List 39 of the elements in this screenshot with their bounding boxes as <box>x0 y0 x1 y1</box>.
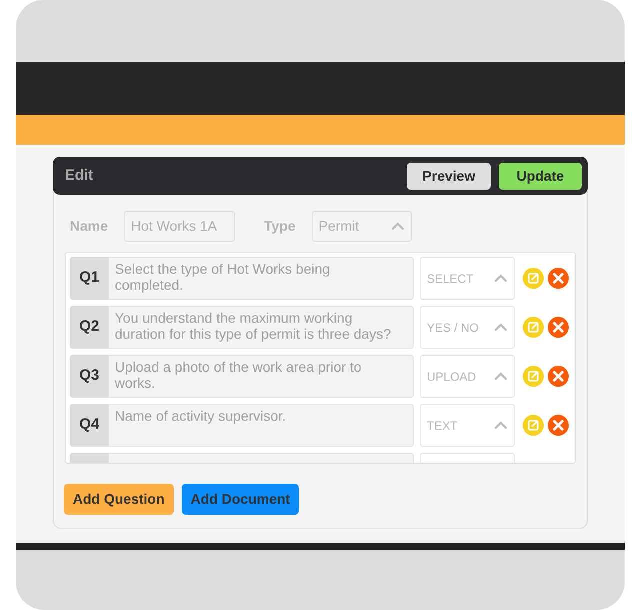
field-label: Name <box>70 217 108 236</box>
type-dropdown[interactable]: Permit <box>312 211 412 242</box>
edit-icon[interactable] <box>523 366 544 387</box>
edit-icon[interactable] <box>523 317 544 338</box>
dropdown-value: SELECT <box>427 270 474 288</box>
caret-icon <box>390 222 405 231</box>
panel-title: Edit <box>65 166 94 186</box>
caret-icon <box>494 323 508 332</box>
dropdown-value: YES / NO <box>427 320 480 336</box>
question-number: Q3 <box>70 355 109 398</box>
answer-type-dropdown[interactable]: SELECT <box>420 257 515 300</box>
caret-icon <box>494 421 508 430</box>
add-document-button[interactable]: Add Document <box>182 484 300 515</box>
edit-icon[interactable] <box>523 268 544 289</box>
dropdown-value: UPLOAD <box>427 368 476 386</box>
update-button[interactable]: Update <box>499 162 582 190</box>
preview-button[interactable]: Preview <box>407 162 491 190</box>
question-number: Q4 <box>70 404 109 447</box>
dropdown-value: Permit <box>318 217 360 236</box>
question-field[interactable]: Upload a photo of the work area prior to works. <box>109 355 414 398</box>
edit-icon[interactable] <box>523 415 544 436</box>
caret-icon <box>494 372 508 381</box>
delete-icon[interactable] <box>548 268 569 289</box>
question-number: Q2 <box>70 306 109 349</box>
question-number: Q1 <box>70 257 109 300</box>
question-field[interactable]: Name of activity supervisor. <box>109 404 414 447</box>
delete-icon[interactable] <box>548 366 569 387</box>
field-label: Type <box>264 217 296 236</box>
name-field[interactable]: Hot Works 1A <box>124 211 236 242</box>
add-question-button[interactable]: Add Question <box>64 484 174 515</box>
answer-type-dropdown[interactable]: TEXT <box>420 404 515 447</box>
question-field[interactable]: You understand the maximum working duration for this type of permit is three days? <box>109 306 414 349</box>
answer-type-dropdown[interactable]: YES / NO <box>420 306 515 349</box>
delete-icon[interactable] <box>548 317 569 338</box>
question-field[interactable]: Select the type of Hot Works being completed. <box>109 257 414 300</box>
delete-icon[interactable] <box>548 415 569 436</box>
dropdown-value: TEXT <box>427 418 458 434</box>
caret-icon <box>494 274 508 283</box>
answer-type-dropdown[interactable]: UPLOAD <box>420 355 515 398</box>
